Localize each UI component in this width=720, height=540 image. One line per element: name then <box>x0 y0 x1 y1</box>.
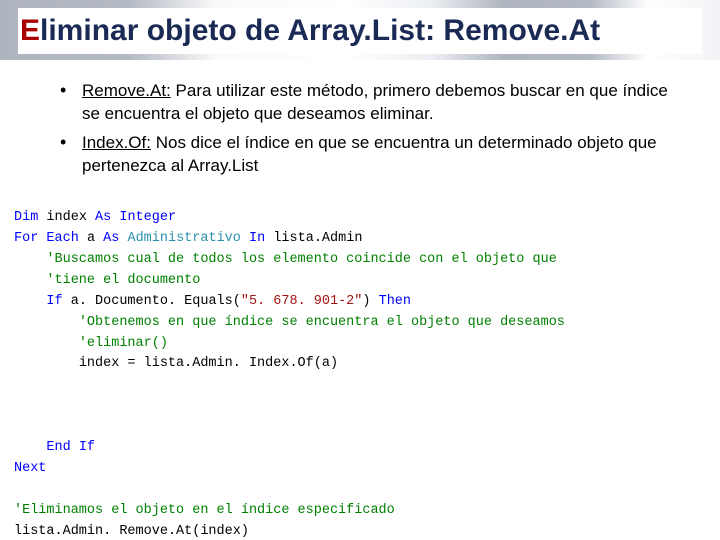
bullet-text: Remove.At: Para utilizar este método, pr… <box>82 80 690 126</box>
title-rest: liminar objeto de Array.List: Remove.At <box>40 14 600 47</box>
code-block: Dim index As Integer For Each a As Admin… <box>14 208 706 540</box>
bullet-text: Index.Of: Nos dice el índice en que se e… <box>82 132 690 178</box>
bullet-term: Index.Of: <box>82 133 151 152</box>
slide: Eliminar objeto de Array.List: Remove.At… <box>0 0 720 540</box>
title-red: E <box>20 14 40 47</box>
bullet-body: Nos dice el índice en que se encuentra u… <box>82 133 657 175</box>
bullet-item: •Index.Of: Nos dice el índice en que se … <box>60 132 690 178</box>
bullet-body: Para utilizar este método, primero debem… <box>82 81 668 123</box>
bullet-dot: • <box>60 80 82 126</box>
bullet-term: Remove.At: <box>82 81 171 100</box>
bullet-list: •Remove.At: Para utilizar este método, p… <box>60 80 690 184</box>
bullet-item: •Remove.At: Para utilizar este método, p… <box>60 80 690 126</box>
bullet-dot: • <box>60 132 82 178</box>
slide-title: Eliminar objeto de Array.List: Remove.At <box>18 8 702 54</box>
